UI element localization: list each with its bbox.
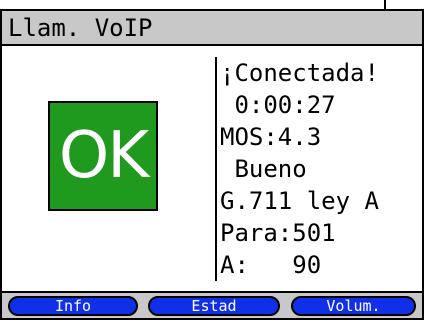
mos-score: MOS:4.3 bbox=[220, 123, 322, 151]
status-ok-indicator: OK bbox=[48, 101, 158, 211]
call-duration: 0:00:27 bbox=[220, 91, 336, 119]
quality-rating: Bueno bbox=[220, 155, 307, 183]
call-state: ¡Conectada! bbox=[220, 59, 379, 87]
volume-level: A: 90 bbox=[220, 251, 322, 279]
title-bar: Llam. VoIP bbox=[2, 11, 422, 46]
destination-number: Para:501 bbox=[220, 219, 336, 247]
info-softkey[interactable]: Info bbox=[8, 296, 138, 316]
softkey-bar: Info Estad Volum. bbox=[2, 291, 422, 318]
stats-softkey[interactable]: Estad bbox=[148, 296, 280, 316]
screen-title: Llam. VoIP bbox=[8, 14, 153, 42]
volume-softkey[interactable]: Volum. bbox=[291, 296, 416, 316]
codec: G.711 ley A bbox=[220, 187, 379, 215]
device-screen: Llam. VoIP OK ¡Conectada! 0:00:27 MOS:4.… bbox=[0, 9, 424, 320]
status-badge: OK bbox=[58, 119, 149, 193]
vertical-divider bbox=[215, 57, 217, 281]
